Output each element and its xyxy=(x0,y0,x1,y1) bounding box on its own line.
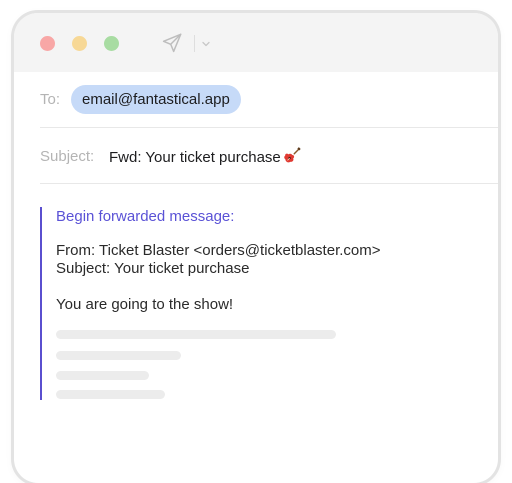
subject-label: Subject: xyxy=(40,148,95,165)
placeholder-text-line xyxy=(56,371,149,380)
compose-window: To: email@fantastical.app Subject: Fwd: … xyxy=(14,13,498,483)
paper-plane-icon[interactable] xyxy=(161,32,183,54)
subject-input[interactable]: Fwd: Your ticket purchase xyxy=(109,147,301,166)
subject-field[interactable]: Subject: Fwd: Your ticket purchase xyxy=(40,127,498,184)
forwarded-from-line: From: Ticket Blaster <orders@ticketblast… xyxy=(56,242,381,259)
placeholder-text-line xyxy=(56,351,181,360)
recipient-chip[interactable]: email@fantastical.app xyxy=(71,85,241,114)
minimize-window-button[interactable] xyxy=(72,36,87,51)
forwarded-subject-line: Subject: Your ticket purchase xyxy=(56,260,250,277)
message-body-text: You are going to the show! xyxy=(56,296,234,313)
forwarded-message-block: Begin forwarded message: From: Ticket Bl… xyxy=(40,207,462,400)
guitar-icon xyxy=(284,147,301,163)
placeholder-text-line xyxy=(56,330,336,339)
to-label: To: xyxy=(40,91,61,108)
forwarded-heading: Begin forwarded message: xyxy=(56,208,235,225)
subject-value: Fwd: Your ticket purchase xyxy=(109,149,281,166)
toolbar-divider xyxy=(194,35,195,52)
to-field[interactable]: To: email@fantastical.app xyxy=(40,72,498,128)
placeholder-text-line xyxy=(56,390,165,399)
close-window-button[interactable] xyxy=(40,36,55,51)
window-titlebar xyxy=(14,13,498,72)
chevron-down-icon[interactable] xyxy=(201,39,211,49)
zoom-window-button[interactable] xyxy=(104,36,119,51)
